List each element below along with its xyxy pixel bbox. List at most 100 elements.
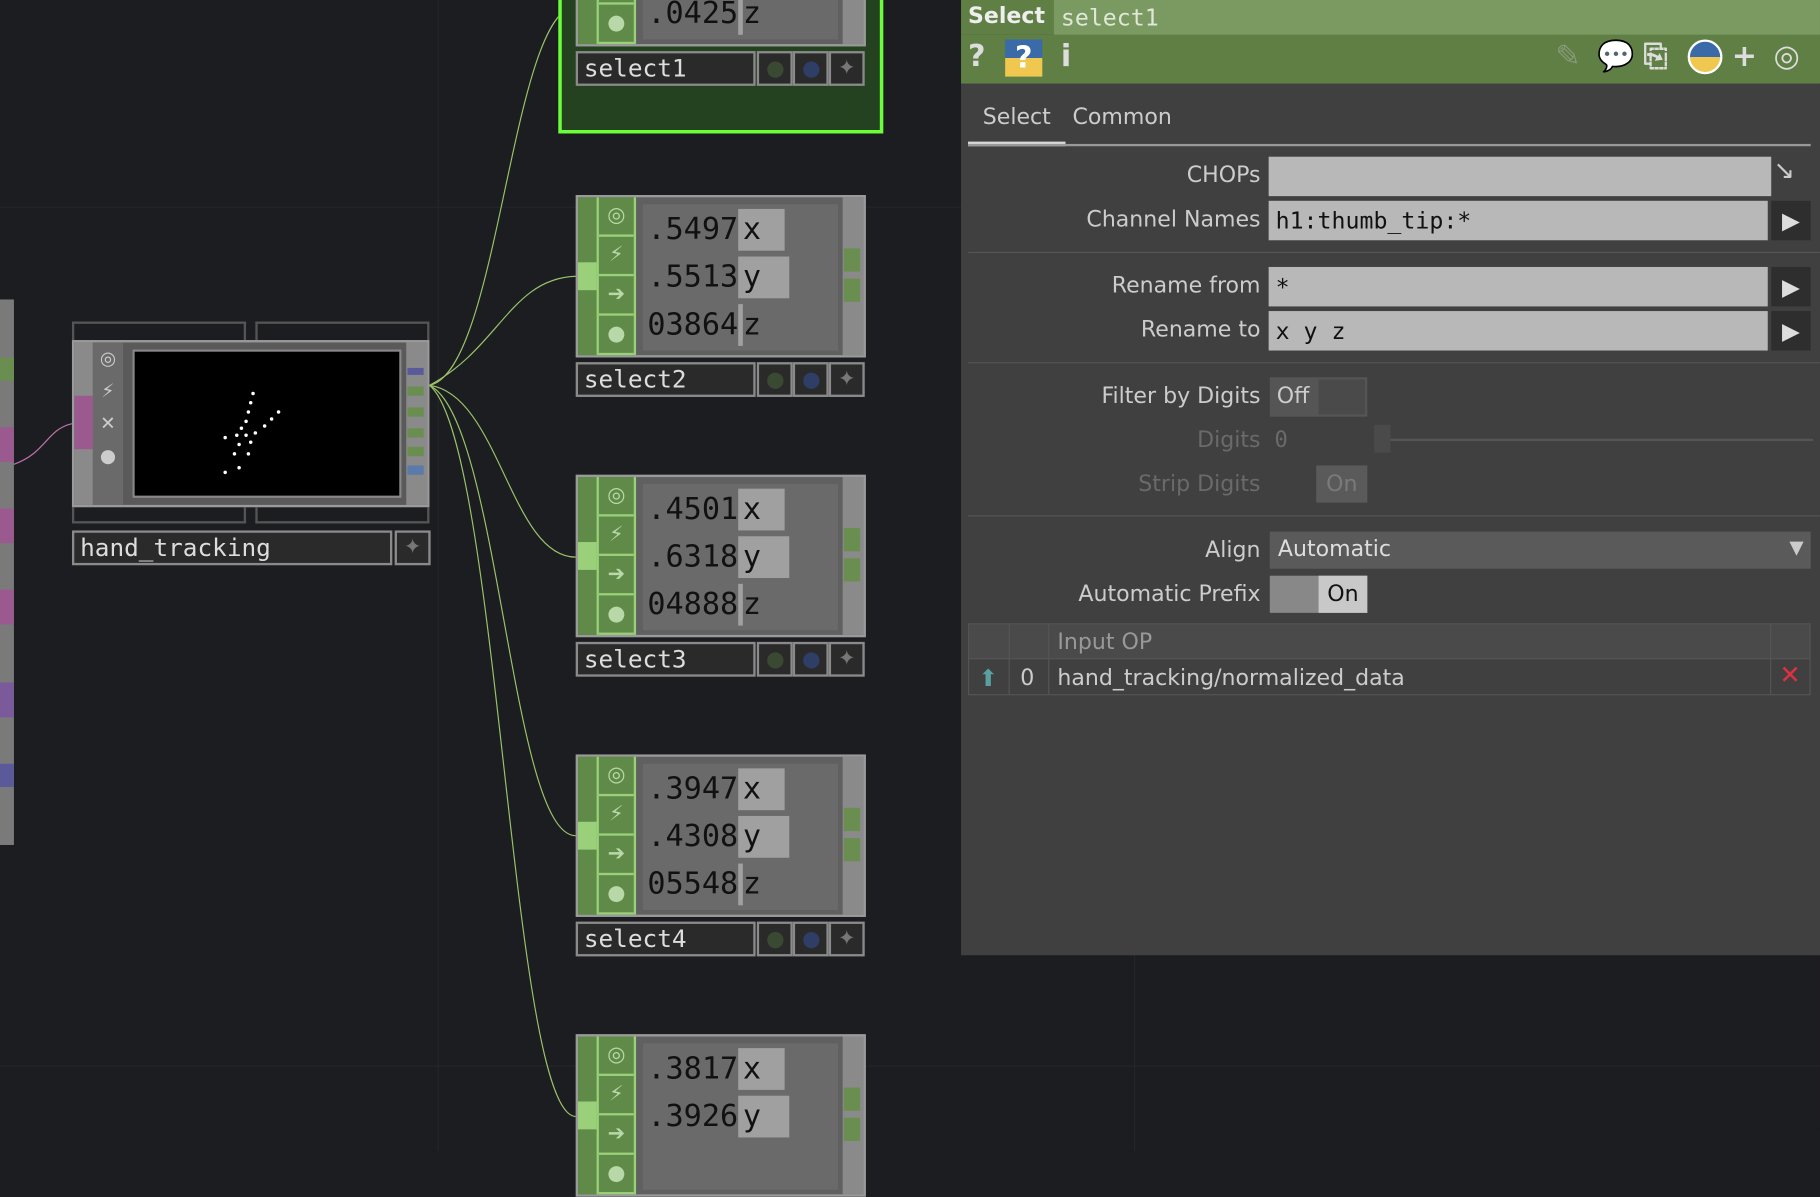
viewer-flag-icon[interactable]: ◎: [598, 197, 634, 237]
channel-name: x: [742, 212, 762, 248]
bypass-flag-icon[interactable]: ⚡: [598, 517, 634, 556]
hand-points: [223, 391, 281, 475]
tracking-preview: [132, 349, 402, 498]
rename-to-menu-button[interactable]: ▶: [1771, 311, 1811, 351]
input-index: 0: [1020, 665, 1035, 691]
channel-name: x: [742, 771, 762, 807]
network-editor[interactable]: ◎⚡✕● hand_tracking ✦ ◎⚡➔● .4945 y .0425 …: [0, 0, 1820, 1197]
channel-names-menu-button[interactable]: ▶: [1771, 200, 1811, 241]
info-icon[interactable]: i: [1061, 39, 1071, 74]
lock-flag-icon[interactable]: ●: [598, 875, 634, 915]
chops-field[interactable]: [1268, 156, 1772, 197]
add-icon[interactable]: +: [1732, 39, 1757, 74]
align-value: Automatic: [1277, 536, 1392, 562]
filter-by-digits-toggle[interactable]: Off: [1269, 377, 1368, 417]
node-label[interactable]: select3: [575, 641, 756, 677]
node-flag-button[interactable]: [756, 921, 793, 957]
op-type: Select: [968, 3, 1046, 30]
input-op-header: Input OP: [1057, 629, 1153, 655]
channel-row: .3817 x: [643, 1046, 838, 1092]
chevron-down-icon: ▼: [1789, 536, 1804, 559]
display-flag-icon[interactable]: ➔: [598, 556, 634, 596]
node-label[interactable]: select2: [575, 362, 756, 397]
channel-value: .5497: [647, 212, 739, 248]
node-viewer-button[interactable]: ✦: [394, 530, 431, 566]
channel-row: .0425 z: [643, 0, 838, 37]
bypass-flag-icon[interactable]: ⚡: [598, 237, 634, 277]
node-viewer-button[interactable]: ✦: [828, 641, 865, 677]
channel-value: .3926: [647, 1099, 739, 1135]
channel-names-field[interactable]: h1:thumb_tip:*: [1268, 200, 1768, 241]
edit-icon[interactable]: ✎: [1555, 39, 1580, 74]
viewer-flag-icon[interactable]: ◎: [598, 757, 634, 797]
digits-label: Digits: [1197, 427, 1261, 453]
node-flag-button[interactable]: [792, 362, 829, 397]
input-op-path[interactable]: hand_tracking/normalized_data: [1057, 665, 1404, 691]
channel-name: z: [742, 307, 762, 343]
lock-flag-icon[interactable]: ●: [598, 316, 634, 356]
lock-flag-icon[interactable]: ●: [598, 1155, 634, 1195]
lock-flag-icon[interactable]: ●: [598, 595, 634, 635]
rename-from-field[interactable]: *: [1268, 266, 1768, 307]
strip-digits-label: Strip Digits: [1138, 471, 1261, 497]
channel-value: .4501: [647, 492, 739, 527]
drag-arrow-icon[interactable]: ↘: [1774, 157, 1795, 186]
node-flag-button[interactable]: [792, 641, 829, 677]
node-flags[interactable]: ◎ ⚡ ✕ ●: [92, 342, 124, 505]
automatic-prefix-label: Automatic Prefix: [1078, 581, 1261, 608]
display-flag-icon[interactable]: ➔: [598, 276, 634, 316]
align-dropdown[interactable]: Automatic ▼: [1269, 531, 1811, 569]
channel-value: 05548: [647, 867, 739, 902]
rename-to-field[interactable]: x y z: [1268, 311, 1768, 351]
channel-value: .5513: [647, 259, 739, 295]
channel-name: z: [742, 867, 762, 902]
parameter-panel: Select select1 ? ? i ✎ 💬 ⎘ + ◎ Select Co…: [961, 0, 1820, 956]
lock-flag-icon[interactable]: ●: [598, 5, 634, 45]
display-flag-icon[interactable]: ➔: [598, 836, 634, 876]
digits-value[interactable]: 0: [1274, 427, 1287, 453]
node-label[interactable]: select4: [575, 921, 756, 957]
node-label[interactable]: hand_tracking: [71, 530, 393, 566]
python-help-icon[interactable]: ?: [1005, 39, 1043, 77]
strip-digits-toggle[interactable]: On: [1316, 465, 1368, 503]
rename-from-menu-button[interactable]: ▶: [1771, 266, 1811, 307]
viewer-icon[interactable]: ◎: [1774, 39, 1800, 74]
digits-slider[interactable]: [1374, 438, 1814, 442]
node-viewer-button[interactable]: ✦: [828, 921, 865, 957]
tab-common[interactable]: Common: [1072, 104, 1188, 146]
node-flag-button[interactable]: [756, 641, 793, 677]
viewer-flag-icon[interactable]: ◎: [598, 477, 634, 517]
channel-name: y: [742, 1099, 762, 1135]
digits-slider-handle[interactable]: [1374, 424, 1391, 453]
channel-name: x: [742, 1051, 762, 1087]
remove-icon[interactable]: ✕: [1779, 662, 1800, 691]
channel-name: x: [742, 492, 762, 527]
help-icon[interactable]: ?: [968, 39, 986, 74]
node-flag-button[interactable]: [792, 921, 829, 957]
node-flag-button[interactable]: [756, 362, 793, 397]
node-flag-button[interactable]: [792, 51, 829, 86]
rename-from-label: Rename from: [1111, 272, 1261, 299]
up-arrow-icon[interactable]: ⬆: [978, 664, 997, 692]
clipboard-icon[interactable]: ⎘: [1644, 39, 1668, 75]
hand-tracking-node[interactable]: ◎ ⚡ ✕ ● hand_tracking ✦: [71, 321, 431, 566]
node-viewer-button[interactable]: ✦: [828, 362, 865, 397]
display-flag-icon[interactable]: ➔: [598, 1115, 634, 1155]
node-viewer-button[interactable]: ✦: [828, 51, 865, 86]
tab-select[interactable]: Select: [968, 104, 1066, 147]
comment-icon[interactable]: 💬: [1597, 39, 1635, 74]
channel-row: 03864 z: [643, 302, 838, 348]
op-name-field[interactable]: select1: [1053, 0, 1820, 35]
bypass-flag-icon[interactable]: ⚡: [598, 1076, 634, 1116]
channel-name: y: [742, 259, 762, 295]
bypass-flag-icon[interactable]: ⚡: [598, 796, 634, 836]
node-label[interactable]: select1: [575, 51, 756, 86]
python-icon[interactable]: [1687, 39, 1723, 75]
node-flag-button[interactable]: [756, 51, 793, 86]
channel-row: .3926 y: [643, 1093, 838, 1139]
channel-name: z: [742, 587, 762, 623]
automatic-prefix-toggle[interactable]: On: [1269, 575, 1368, 613]
toggle-value: On: [1318, 575, 1368, 613]
viewer-flag-icon[interactable]: ◎: [598, 1037, 634, 1076]
chops-label: CHOPs: [1186, 162, 1261, 189]
